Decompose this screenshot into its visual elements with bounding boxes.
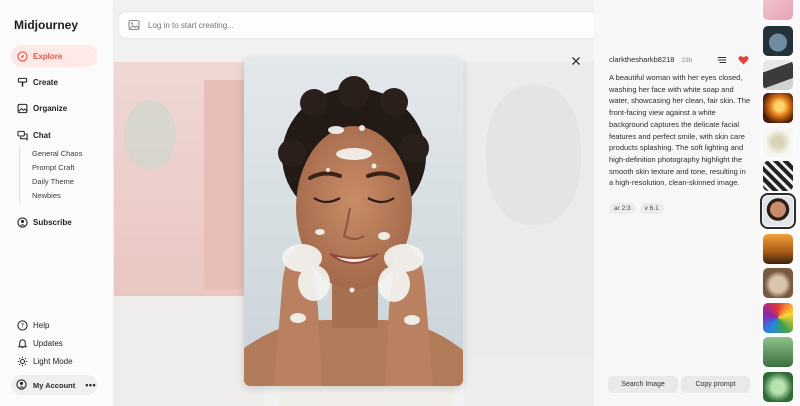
sidebar: Midjourney Explore Create Organize Chat … xyxy=(0,0,114,406)
prompt-input[interactable] xyxy=(148,20,594,30)
options-list-icon[interactable] xyxy=(717,55,727,65)
nav-subscribe-label: Subscribe xyxy=(33,217,72,227)
copy-prompt-button[interactable]: Copy prompt xyxy=(681,376,750,393)
nav-subscribe[interactable]: Subscribe xyxy=(11,211,97,233)
thumbnail[interactable] xyxy=(763,337,793,367)
post-time: 23h xyxy=(681,57,693,64)
thumbnail[interactable] xyxy=(760,193,796,229)
thumbnail-strip xyxy=(760,0,800,406)
thumbnail[interactable] xyxy=(763,372,793,402)
nav-explore[interactable]: Explore xyxy=(11,45,97,67)
user-circle-icon xyxy=(16,379,28,391)
sun-icon xyxy=(16,355,28,367)
thumbnail[interactable] xyxy=(763,26,793,56)
chat-bubbles-icon xyxy=(16,129,28,141)
author-username[interactable]: clarkthesharkb8218 xyxy=(609,55,674,64)
nav-create[interactable]: Create xyxy=(11,71,97,93)
heart-icon[interactable] xyxy=(738,55,749,65)
chat-room-general-chaos[interactable]: General Chaos xyxy=(32,147,82,161)
brand-logo[interactable]: Midjourney xyxy=(14,18,78,32)
prompt-text: A beautiful woman with her eyes closed, … xyxy=(609,73,751,188)
action-icons xyxy=(717,55,749,65)
svg-text:?: ? xyxy=(20,321,23,329)
nav-light-mode[interactable]: Light Mode xyxy=(11,350,97,372)
nav-organize-label: Organize xyxy=(33,103,68,113)
account-label: My Account xyxy=(33,380,76,390)
param-tags: ar 2:3 v 6.1 xyxy=(609,203,664,214)
nav-explore-label: Explore xyxy=(33,51,63,61)
nav-help-label: Help xyxy=(33,320,50,330)
thumbnail[interactable] xyxy=(763,127,793,157)
thumbnail[interactable] xyxy=(763,0,793,20)
search-image-button[interactable]: Search Image xyxy=(608,376,678,393)
thumbnail[interactable] xyxy=(763,60,793,90)
nav-light-mode-label: Light Mode xyxy=(33,356,73,366)
nav-chat[interactable]: Chat xyxy=(11,124,97,146)
thumbnail[interactable] xyxy=(763,303,793,333)
thumbnail[interactable] xyxy=(763,268,793,298)
chat-room-newbies[interactable]: Newbies xyxy=(32,189,82,203)
woman-washing-face-image xyxy=(244,58,463,386)
nav-organize[interactable]: Organize xyxy=(11,97,97,119)
nav-create-label: Create xyxy=(33,77,58,87)
search-bar[interactable] xyxy=(118,11,594,39)
image-upload-icon[interactable] xyxy=(128,19,140,31)
image-folder-icon xyxy=(16,102,28,114)
thumbnail[interactable] xyxy=(763,161,793,191)
chat-room-prompt-craft[interactable]: Prompt Craft xyxy=(32,161,82,175)
close-icon[interactable] xyxy=(570,55,582,67)
main-image[interactable] xyxy=(244,58,463,386)
nav-chat-label: Chat xyxy=(33,130,51,140)
main-area xyxy=(114,0,594,406)
chat-room-list: General Chaos Prompt Craft Daily Theme N… xyxy=(19,147,82,203)
bell-icon xyxy=(16,337,28,349)
param-version[interactable]: v 6.1 xyxy=(639,203,664,214)
user-circle-icon xyxy=(16,216,28,228)
brush-icon xyxy=(16,76,28,88)
help-circle-icon: ? xyxy=(16,319,28,331)
compass-icon xyxy=(16,50,28,62)
param-aspect-ratio[interactable]: ar 2:3 xyxy=(609,203,636,214)
thumbnail[interactable] xyxy=(763,234,793,264)
more-icon[interactable]: ••• xyxy=(85,380,96,390)
nav-updates-label: Updates xyxy=(33,338,63,348)
thumbnail[interactable] xyxy=(763,93,793,123)
detail-panel: clarkthesharkb8218 23h A beautiful woman… xyxy=(594,0,760,406)
chat-room-daily-theme[interactable]: Daily Theme xyxy=(32,175,82,189)
account-button[interactable]: My Account ••• xyxy=(11,375,97,395)
